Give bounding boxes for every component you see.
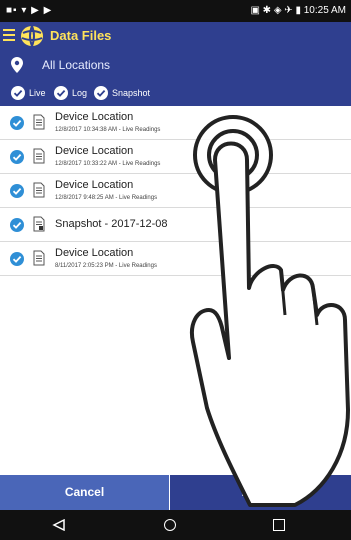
filter-label: Live: [29, 88, 46, 98]
location-selector[interactable]: All Locations: [0, 50, 351, 80]
snapshot-document-icon: [33, 216, 45, 232]
back-icon[interactable]: [52, 519, 66, 531]
globe-logo-icon: [21, 25, 43, 47]
menu-icon[interactable]: [3, 29, 15, 43]
checkbox-checked-icon[interactable]: [10, 252, 24, 266]
file-subtitle: 12/8/2017 10:33:22 AM - Live Readings: [55, 161, 161, 167]
file-row[interactable]: Device Location 12/8/2017 10:33:22 AM - …: [0, 140, 351, 174]
action-bar: Cancel Export: [0, 475, 351, 510]
status-right-icons: ▣ ✱ ◈ ✈ ▮: [250, 5, 301, 16]
app-header: Data Files: [0, 22, 351, 50]
file-subtitle: 12/8/2017 9:48:25 AM - Live Readings: [55, 195, 158, 201]
document-icon: [33, 250, 45, 266]
file-subtitle: 12/8/2017 10:34:38 AM - Live Readings: [55, 127, 161, 133]
status-left-icons: ■▪ ▾ ▶ ▶: [6, 5, 53, 16]
status-time: 10:25 AM: [303, 5, 346, 16]
checkbox-checked-icon[interactable]: [11, 86, 25, 100]
file-row[interactable]: Device Location 8/11/2017 2:05:23 PM - L…: [0, 242, 351, 276]
file-subtitle: 8/11/2017 2:05:23 PM - Live Readings: [55, 263, 157, 269]
android-nav-bar: [0, 510, 351, 540]
file-row[interactable]: Device Location 12/8/2017 10:34:38 AM - …: [0, 106, 351, 140]
home-icon[interactable]: [164, 519, 176, 531]
document-icon: [33, 114, 45, 130]
file-row[interactable]: Snapshot - 2017-12-08: [0, 208, 351, 242]
file-title: Snapshot - 2017-12-08: [55, 218, 168, 230]
filter-label: Snapshot: [112, 88, 151, 98]
export-button[interactable]: Export: [170, 475, 351, 510]
file-title: Device Location: [55, 247, 134, 259]
status-bar: ■▪ ▾ ▶ ▶ ▣ ✱ ◈ ✈ ▮ 10:25 AM: [0, 0, 351, 22]
checkbox-checked-icon[interactable]: [94, 86, 108, 100]
location-pin-icon: [11, 57, 23, 73]
recent-apps-icon[interactable]: [273, 519, 285, 531]
checkbox-checked-icon[interactable]: [10, 116, 24, 130]
checkbox-checked-icon[interactable]: [10, 150, 24, 164]
file-list: Device Location 12/8/2017 10:34:38 AM - …: [0, 106, 351, 276]
cancel-button[interactable]: Cancel: [0, 475, 169, 510]
file-title: Device Location: [55, 145, 134, 157]
status-right: ▣ ✱ ◈ ✈ ▮ 10:25 AM: [250, 5, 346, 16]
filter-bar: Live Log Snapshot: [0, 80, 351, 106]
checkbox-checked-icon[interactable]: [10, 218, 24, 232]
file-row[interactable]: Device Location 12/8/2017 9:48:25 AM - L…: [0, 174, 351, 208]
location-label: All Locations: [42, 58, 111, 72]
file-title: Device Location: [55, 111, 134, 123]
filter-label: Log: [72, 88, 88, 98]
file-title: Device Location: [55, 179, 134, 191]
document-icon: [33, 182, 45, 198]
checkbox-checked-icon[interactable]: [10, 184, 24, 198]
checkbox-checked-icon[interactable]: [54, 86, 68, 100]
page-title: Data Files: [50, 28, 112, 43]
document-icon: [33, 148, 45, 164]
